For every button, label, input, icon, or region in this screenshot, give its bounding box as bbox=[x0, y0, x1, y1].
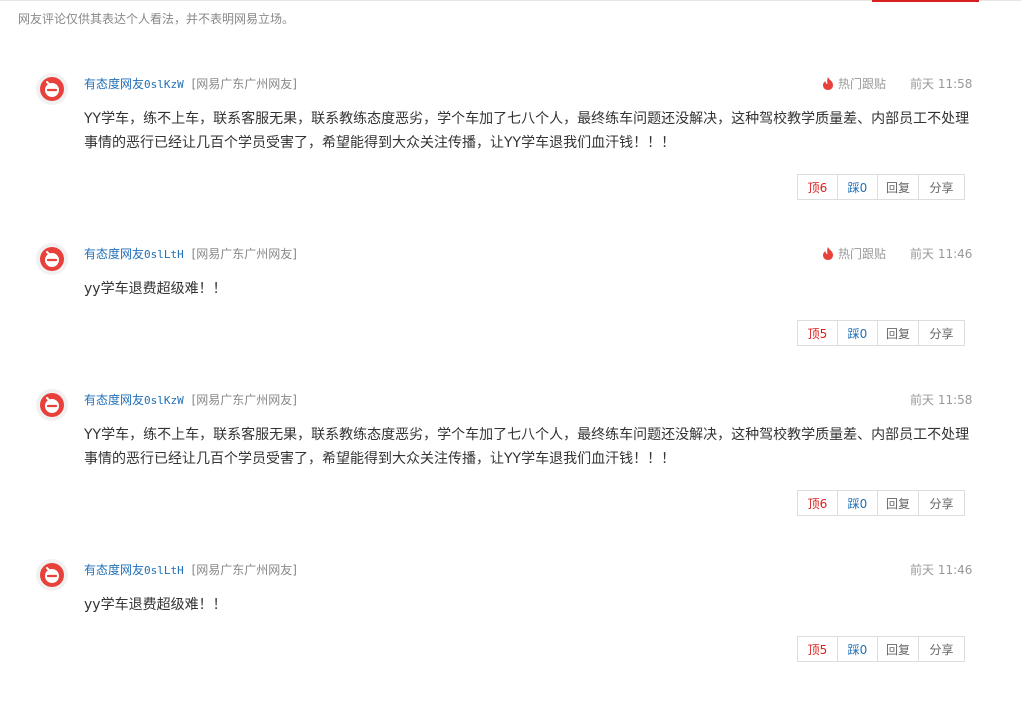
comment-time: 前天 11:46 bbox=[910, 563, 973, 577]
username-link[interactable]: 有态度网友0slLtH [网易广东广州网友] bbox=[84, 245, 297, 262]
downvote-button[interactable]: 踩0 bbox=[837, 320, 878, 346]
username-link[interactable]: 有态度网友0slLtH [网易广东广州网友] bbox=[84, 561, 297, 578]
top-divider bbox=[0, 0, 1021, 1]
upvote-button[interactable]: 顶5 bbox=[797, 320, 838, 346]
active-tab-indicator bbox=[872, 0, 979, 2]
user-location: [网易广东广州网友] bbox=[191, 393, 297, 407]
comment-text: YY学车，练不上车，联系客服无果，联系教练态度恶劣，学个车加了七八个人，最终练车… bbox=[84, 427, 970, 467]
avatar[interactable] bbox=[36, 73, 68, 105]
netease-logo-icon bbox=[40, 393, 64, 417]
comment-text: yy学车退费超级难！！ bbox=[84, 597, 227, 613]
username[interactable]: 有态度网友 bbox=[84, 563, 144, 577]
comment-text: YY学车，练不上车，联系客服无果，联系教练态度恶劣，学个车加了七八个人，最终练车… bbox=[84, 111, 970, 151]
comment-actions: 顶6 踩0 回复 分享 bbox=[797, 490, 965, 516]
avatar[interactable] bbox=[36, 243, 68, 275]
share-button[interactable]: 分享 bbox=[918, 490, 965, 516]
reply-button[interactable]: 回复 bbox=[877, 636, 919, 662]
user-id[interactable]: 0slLtH bbox=[144, 248, 184, 261]
disclaimer-text: 网友评论仅供其表达个人看法，并不表明网易立场。 bbox=[18, 12, 295, 26]
user-id[interactable]: 0slLtH bbox=[144, 564, 184, 577]
share-button[interactable]: 分享 bbox=[918, 636, 965, 662]
comment-text: yy学车退费超级难！！ bbox=[84, 281, 227, 297]
hot-label: 热门跟贴 bbox=[838, 77, 887, 91]
avatar[interactable] bbox=[36, 559, 68, 591]
comment-time: 前天 11:58 bbox=[910, 77, 973, 91]
username-link[interactable]: 有态度网友0slKzW [网易广东广州网友] bbox=[84, 75, 297, 92]
downvote-button[interactable]: 踩0 bbox=[837, 636, 878, 662]
username[interactable]: 有态度网友 bbox=[84, 77, 144, 91]
comment-actions: 顶6 踩0 回复 分享 bbox=[797, 174, 965, 200]
upvote-button[interactable]: 顶6 bbox=[797, 174, 838, 200]
hot-label: 热门跟贴 bbox=[838, 247, 887, 261]
comment-actions: 顶5 踩0 回复 分享 bbox=[797, 636, 965, 662]
share-button[interactable]: 分享 bbox=[918, 174, 965, 200]
downvote-button[interactable]: 踩0 bbox=[837, 490, 878, 516]
upvote-button[interactable]: 顶5 bbox=[797, 636, 838, 662]
reply-button[interactable]: 回复 bbox=[877, 320, 919, 346]
reply-button[interactable]: 回复 bbox=[877, 174, 919, 200]
comment-time: 前天 11:58 bbox=[910, 393, 973, 407]
comment-time: 前天 11:46 bbox=[910, 247, 973, 261]
hot-badge: 热门跟贴 bbox=[822, 75, 886, 92]
comment-actions: 顶5 踩0 回复 分享 bbox=[797, 320, 965, 346]
user-location: [网易广东广州网友] bbox=[191, 77, 297, 91]
user-location: [网易广东广州网友] bbox=[191, 563, 297, 577]
netease-logo-icon bbox=[40, 247, 64, 271]
avatar[interactable] bbox=[36, 389, 68, 421]
user-location: [网易广东广州网友] bbox=[191, 247, 297, 261]
upvote-button[interactable]: 顶6 bbox=[797, 490, 838, 516]
username-link[interactable]: 有态度网友0slKzW [网易广东广州网友] bbox=[84, 391, 297, 408]
username[interactable]: 有态度网友 bbox=[84, 393, 144, 407]
hot-badge: 热门跟贴 bbox=[822, 245, 886, 262]
netease-logo-icon bbox=[40, 77, 64, 101]
netease-logo-icon bbox=[40, 563, 64, 587]
fire-icon bbox=[823, 247, 833, 260]
user-id[interactable]: 0slKzW bbox=[144, 78, 184, 91]
downvote-button[interactable]: 踩0 bbox=[837, 174, 878, 200]
share-button[interactable]: 分享 bbox=[918, 320, 965, 346]
reply-button[interactable]: 回复 bbox=[877, 490, 919, 516]
username[interactable]: 有态度网友 bbox=[84, 247, 144, 261]
fire-icon bbox=[823, 77, 833, 90]
user-id[interactable]: 0slKzW bbox=[144, 394, 184, 407]
